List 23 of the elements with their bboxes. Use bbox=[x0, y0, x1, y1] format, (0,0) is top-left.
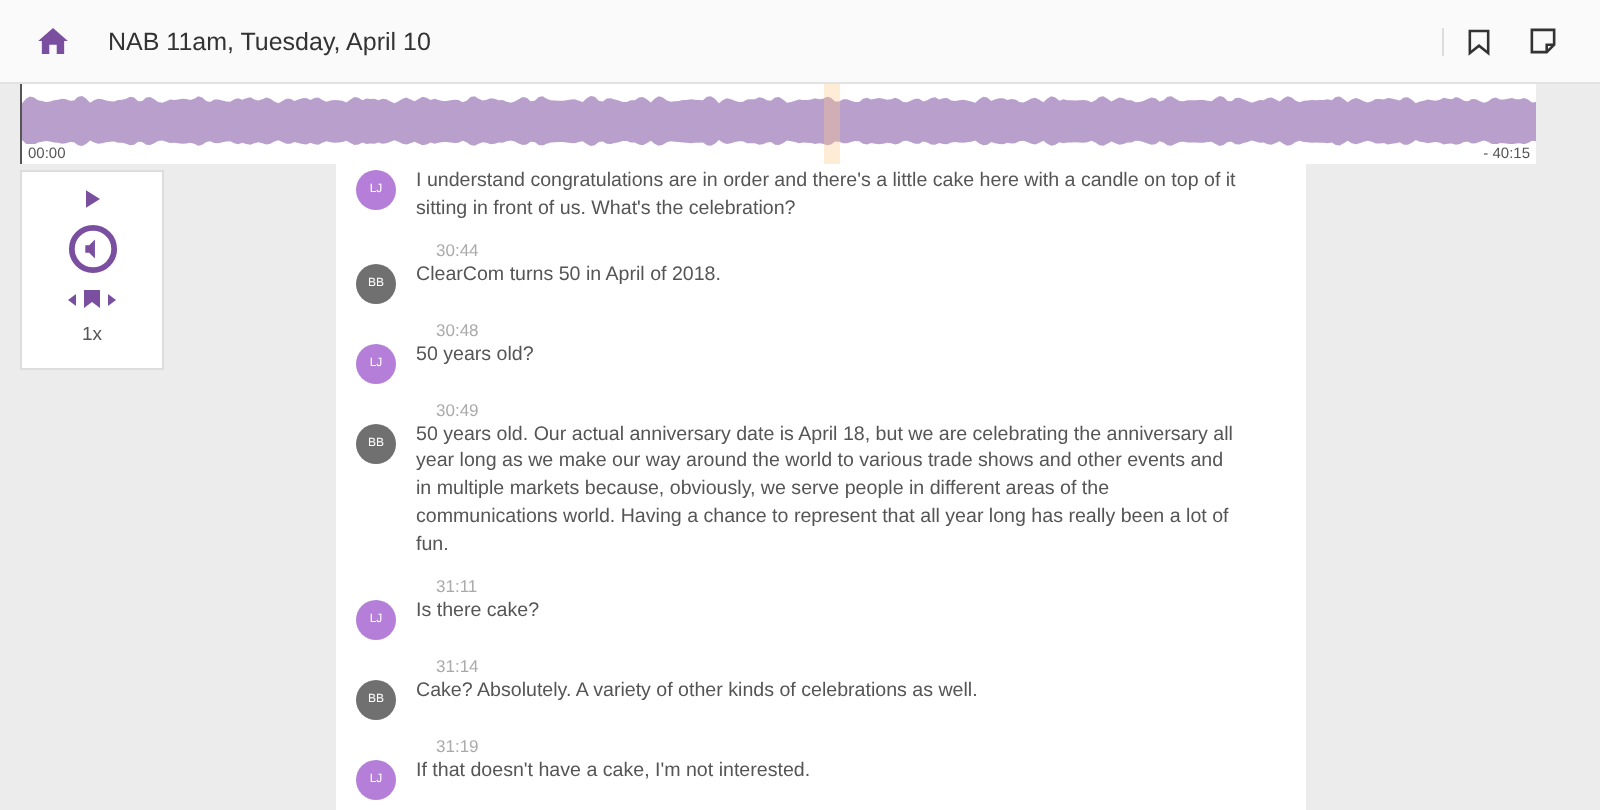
transcript-text: ClearCom turns 50 in April of 2018. bbox=[416, 261, 721, 289]
previous-icon[interactable] bbox=[68, 293, 76, 305]
bookmark-icon[interactable] bbox=[84, 290, 100, 308]
home-icon[interactable] bbox=[38, 28, 68, 54]
transcript-text: 50 years old. Our actual anniversary date is April 18, but we are celebrating the anniversary all year long as we make our way around the world to various trade shows and other events and in multiple markets because, obviously, we serve people in different areas of the communications world. Having a chance to represent that all year long has really been a lot of fun. bbox=[416, 421, 1235, 560]
transcript-text: I understand congratulations are in order and there's a little cake here with a candle on top of it sitting in front of us. What's the celebration? bbox=[416, 168, 1238, 224]
timestamp: 30:49 bbox=[436, 397, 481, 422]
next-icon[interactable] bbox=[108, 293, 116, 305]
transcript-text: If that doesn't have a cake, I'm not interested. bbox=[416, 757, 811, 785]
page-title: NAB 11am, Tuesday, April 10 bbox=[108, 27, 431, 55]
transcript-text: 50 years old? bbox=[416, 341, 534, 369]
timestamp: 31:11 bbox=[436, 573, 480, 598]
timestamp: 31:19 bbox=[436, 733, 481, 758]
note-icon[interactable] bbox=[1530, 28, 1556, 54]
transcript-text: Is there cake? bbox=[416, 597, 540, 625]
bookmark-icon[interactable] bbox=[1468, 27, 1490, 55]
transcript-text: Cake? Absolutely. A variety of other kinds of celebrations as well. bbox=[416, 677, 978, 705]
timestamp: 30:48 bbox=[436, 317, 481, 342]
volume-icon[interactable] bbox=[67, 224, 117, 274]
timestamp: 30:44 bbox=[436, 237, 481, 262]
play-icon[interactable] bbox=[85, 190, 99, 208]
speed-button[interactable]: 1x bbox=[81, 324, 103, 346]
timestamp: 31:14 bbox=[436, 653, 481, 678]
